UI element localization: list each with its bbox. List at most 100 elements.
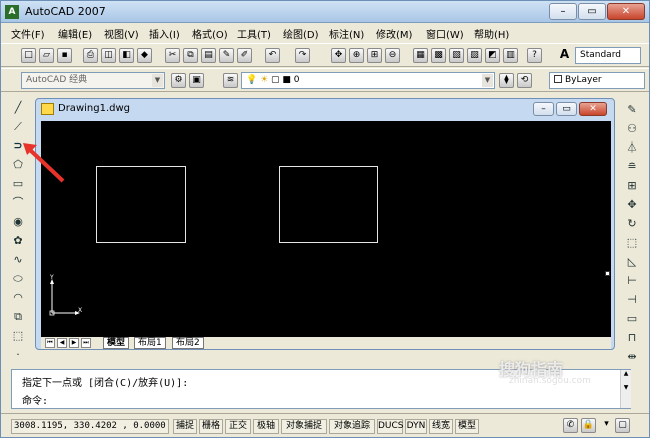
- array-icon[interactable]: ⊞: [623, 177, 641, 194]
- otrack-toggle[interactable]: 对象追踪: [329, 419, 375, 434]
- stretch-icon[interactable]: ◺: [623, 253, 641, 270]
- new-icon[interactable]: □: [21, 48, 36, 63]
- menu-format[interactable]: 格式(O): [192, 26, 228, 41]
- workspace-save-icon[interactable]: ▣: [189, 73, 204, 88]
- menu-window[interactable]: 窗口(W): [426, 26, 464, 41]
- arc-icon[interactable]: ⌒: [9, 194, 27, 211]
- zoom-previous-icon[interactable]: ⊖: [385, 48, 400, 63]
- menu-tools[interactable]: 工具(T): [237, 26, 271, 41]
- osnap-toggle[interactable]: 对象捕捉: [281, 419, 327, 434]
- snap-toggle[interactable]: 捕捉: [173, 419, 197, 434]
- command-scrollbar[interactable]: ▲ ▼: [620, 370, 631, 408]
- workspace-combo[interactable]: AutoCAD 经典 ▼: [21, 72, 165, 89]
- menu-view[interactable]: 视图(V): [104, 26, 139, 41]
- maximize-button[interactable]: ▭: [578, 3, 606, 20]
- drawing-restore-button[interactable]: ▭: [556, 102, 577, 116]
- make-current-layer-icon[interactable]: ⧫: [499, 73, 514, 88]
- copy-icon[interactable]: ⚇: [623, 120, 641, 137]
- scale-icon[interactable]: ⬚: [623, 234, 641, 251]
- save-icon[interactable]: ▪: [57, 48, 72, 63]
- zoom-realtime-icon[interactable]: ⊕: [349, 48, 364, 63]
- rectangle-shape-2[interactable]: [279, 166, 378, 243]
- trim-icon[interactable]: ⊢: [623, 272, 641, 289]
- polar-toggle[interactable]: 极轴: [253, 419, 279, 434]
- menu-dimension[interactable]: 标注(N): [329, 26, 364, 41]
- first-tab-icon[interactable]: ⏮: [45, 338, 55, 348]
- lineweight-toggle[interactable]: 线宽: [429, 419, 453, 434]
- redo-icon[interactable]: ↷: [295, 48, 310, 63]
- prev-tab-icon[interactable]: ◀: [57, 338, 67, 348]
- grid-toggle[interactable]: 栅格: [199, 419, 223, 434]
- layer-combo[interactable]: 💡 ☀ ▢ ■ 0 ▼: [241, 72, 495, 89]
- menu-help[interactable]: 帮助(H): [474, 26, 509, 41]
- ellipse-arc-icon[interactable]: ◠: [9, 289, 27, 306]
- window-resize-grip[interactable]: [605, 271, 610, 276]
- ellipse-icon[interactable]: ⬭: [9, 270, 27, 287]
- next-tab-icon[interactable]: ▶: [69, 338, 79, 348]
- mirror-icon[interactable]: ⏃: [623, 139, 641, 156]
- chamfer-icon[interactable]: ⊓: [623, 329, 641, 346]
- tab-layout2[interactable]: 布局2: [172, 337, 204, 349]
- copy-icon[interactable]: ⧉: [183, 48, 198, 63]
- print-icon[interactable]: ⎙: [83, 48, 98, 63]
- drawing-close-button[interactable]: ✕: [579, 102, 607, 116]
- menu-draw[interactable]: 绘图(D): [283, 26, 319, 41]
- design-center-icon[interactable]: ▩: [431, 48, 446, 63]
- menu-file[interactable]: 文件(F): [11, 26, 45, 41]
- paste-icon[interactable]: ▤: [201, 48, 216, 63]
- open-icon[interactable]: ▱: [39, 48, 54, 63]
- circle-icon[interactable]: ◉: [9, 213, 27, 230]
- ortho-toggle[interactable]: 正交: [225, 419, 251, 434]
- offset-icon[interactable]: ≘: [623, 158, 641, 175]
- properties-icon[interactable]: ▦: [413, 48, 428, 63]
- close-button[interactable]: ✕: [607, 3, 645, 20]
- last-tab-icon[interactable]: ⏭: [81, 338, 91, 348]
- communication-center-icon[interactable]: ✆: [563, 418, 578, 433]
- zoom-window-icon[interactable]: ⊞: [367, 48, 382, 63]
- undo-icon[interactable]: ↶: [265, 48, 280, 63]
- model-space-canvas[interactable]: Y X: [41, 121, 611, 339]
- toolbar-lock-icon[interactable]: 🔒: [581, 418, 596, 433]
- pan-icon[interactable]: ✥: [331, 48, 346, 63]
- ducs-toggle[interactable]: DUCS: [377, 419, 404, 434]
- plot-preview-icon[interactable]: ◫: [101, 48, 116, 63]
- rotate-icon[interactable]: ↻: [623, 215, 641, 232]
- move-icon[interactable]: ✥: [623, 196, 641, 213]
- revision-cloud-icon[interactable]: ✿: [9, 232, 27, 249]
- status-menu-chevron-icon[interactable]: ▾: [599, 418, 614, 433]
- clean-screen-icon[interactable]: ▢: [615, 418, 630, 433]
- spline-icon[interactable]: ∿: [9, 251, 27, 268]
- sheet-set-icon[interactable]: ▨: [467, 48, 482, 63]
- block-editor-icon[interactable]: ✐: [237, 48, 252, 63]
- extend-icon[interactable]: ⊣: [623, 291, 641, 308]
- model-toggle[interactable]: 模型: [455, 419, 479, 434]
- insert-block-icon[interactable]: ⧉: [9, 308, 27, 325]
- make-block-icon[interactable]: ⬚: [9, 327, 27, 344]
- color-combo[interactable]: ByLayer: [549, 72, 645, 89]
- break-icon[interactable]: ▭: [623, 310, 641, 327]
- minimize-button[interactable]: –: [549, 3, 577, 20]
- workspace-settings-icon[interactable]: ⚙: [171, 73, 186, 88]
- construction-line-icon[interactable]: ⟋: [9, 118, 27, 135]
- drawing-minimize-button[interactable]: –: [533, 102, 554, 116]
- cut-icon[interactable]: ✂: [165, 48, 180, 63]
- help-icon[interactable]: ?: [527, 48, 542, 63]
- quickcalc-icon[interactable]: ▥: [503, 48, 518, 63]
- text-style-combo[interactable]: Standard: [575, 47, 641, 64]
- dyn-toggle[interactable]: DYN: [405, 419, 427, 434]
- rectangle-shape-1[interactable]: [96, 166, 186, 243]
- line-icon[interactable]: ╱: [9, 99, 27, 116]
- tab-layout1[interactable]: 布局1: [134, 337, 166, 349]
- layer-previous-icon[interactable]: ⟲: [517, 73, 532, 88]
- menu-modify[interactable]: 修改(M): [376, 26, 412, 41]
- markup-icon[interactable]: ◩: [485, 48, 500, 63]
- erase-icon[interactable]: ✎: [623, 101, 641, 118]
- explode-icon[interactable]: ⇹: [623, 348, 641, 365]
- menu-edit[interactable]: 编辑(E): [58, 26, 92, 41]
- command-prompt[interactable]: 命令:: [22, 392, 48, 407]
- tool-palettes-icon[interactable]: ▧: [449, 48, 464, 63]
- point-icon[interactable]: ·: [9, 346, 27, 363]
- tab-model[interactable]: 模型: [103, 337, 130, 349]
- 3d-dwf-icon[interactable]: ◆: [137, 48, 152, 63]
- layer-manager-icon[interactable]: ≋: [223, 73, 238, 88]
